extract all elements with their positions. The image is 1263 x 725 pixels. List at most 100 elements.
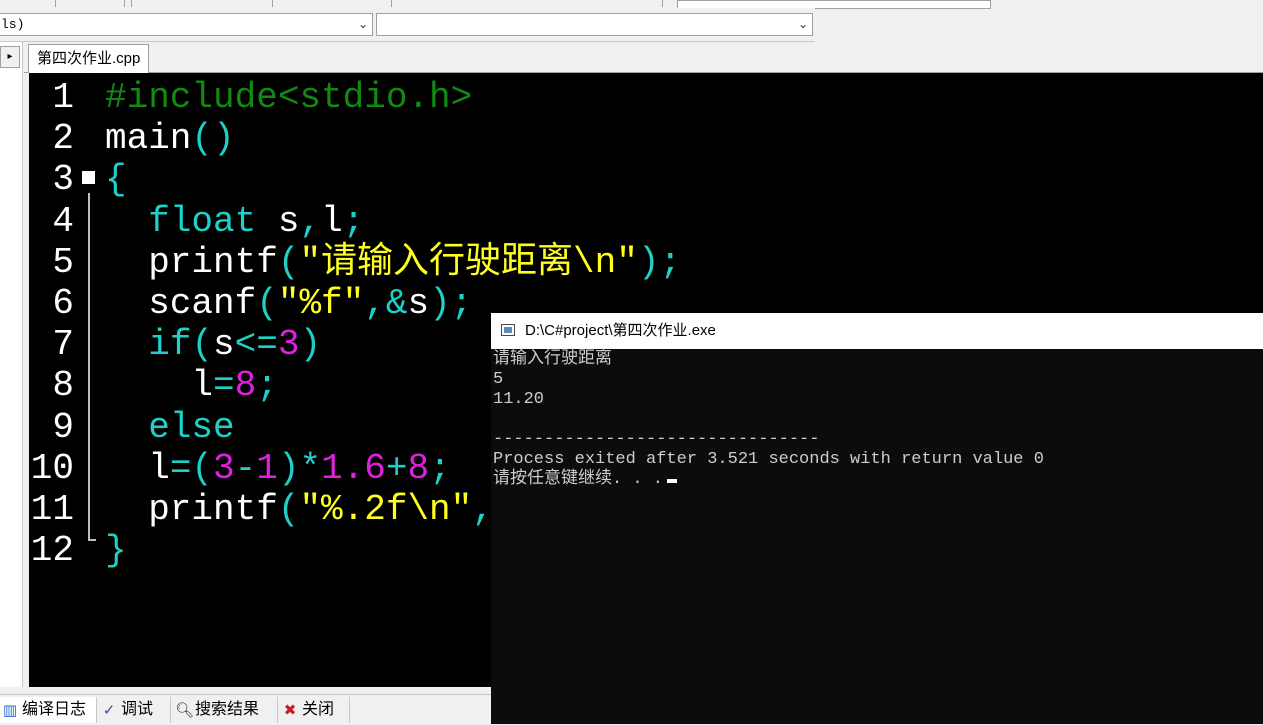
tab-debug[interactable]: ✓ 调试: [99, 697, 171, 723]
code-token: 1.6: [321, 447, 386, 489]
console-line-text: 请按任意键继续. . .: [493, 470, 664, 489]
line-number: 10: [30, 447, 74, 489]
code-text: {: [105, 159, 127, 200]
code-token: main: [105, 118, 192, 160]
toolbar-button[interactable]: [0, 0, 56, 7]
code-token: s: [407, 283, 430, 324]
console-title-bar[interactable]: D:\C#project\第四次作业.exe: [491, 313, 1263, 349]
chevron-down-icon[interactable]: ⌄: [358, 14, 368, 35]
code-token: ,&: [364, 283, 408, 324]
line-number: 6: [52, 283, 74, 324]
code-token: else: [148, 406, 235, 448]
code-token: s: [213, 324, 235, 366]
code-token: "%f": [277, 283, 365, 324]
class-combo-value: ls): [1, 17, 25, 32]
code-token: (: [256, 283, 278, 324]
code-text: l=(3-1)*1.6+8;: [105, 448, 451, 489]
tab-search-results[interactable]: 🔍︎ 搜索结果: [173, 697, 278, 723]
code-token: "请输入行驶距离\n": [299, 241, 638, 283]
toolbar-button[interactable]: [273, 0, 392, 7]
line-number: 11: [30, 489, 74, 530]
bar-chart-icon: ▥: [2, 701, 18, 719]
code-text: main(): [105, 118, 235, 159]
console-line-text: 请输入行驶距离: [493, 350, 612, 369]
code-text: l=8;: [105, 365, 278, 407]
console-window[interactable]: D:\C#project\第四次作业.exe 请输入行驶距离 5 11.20 ----…: [491, 313, 1263, 724]
code-text: printf("%.2f\n",l): [105, 489, 537, 530]
code-token: 3: [277, 324, 300, 366]
code-token: ;: [429, 447, 451, 489]
code-token: )*: [277, 447, 322, 489]
member-combo[interactable]: ⌄: [376, 13, 813, 36]
code-token: float: [148, 200, 257, 242]
console-line-text: --------------------------------: [493, 430, 820, 449]
close-icon: ✖: [283, 701, 297, 719]
code-token: (: [277, 489, 300, 530]
tab-file[interactable]: 第四次作业.cpp: [28, 44, 150, 73]
code-token: 1: [256, 447, 278, 489]
class-member-bar: ls) ⌄ ⌄: [0, 8, 815, 42]
code-token: ;: [256, 365, 278, 407]
line-number: 9: [52, 406, 74, 448]
checkmark-icon: ✓: [102, 701, 116, 719]
code-token: }: [105, 530, 127, 572]
code-token: );: [429, 283, 473, 324]
console-line-text: 5: [493, 370, 504, 389]
editor-tab-bar: 第四次作业.cpp: [24, 42, 1263, 73]
code-line[interactable]: 4 float s,l;: [29, 201, 1263, 242]
code-token: #include<stdio.h>: [105, 77, 473, 118]
code-token: +: [385, 447, 408, 489]
code-token: 8: [407, 447, 430, 489]
line-number: 7: [52, 324, 74, 366]
code-line[interactable]: 1 #include<stdio.h>: [29, 77, 1263, 118]
line-number: 2: [52, 118, 74, 160]
code-token: (): [191, 118, 235, 160]
console-line: --------------------------------: [493, 430, 819, 450]
console-line: 11.20: [493, 390, 544, 410]
bottom-tab-bar: ▥ 编译日志 ✓ 调试 🔍︎ 搜索结果 ✖ 关闭: [0, 694, 491, 725]
line-number: 1: [52, 77, 74, 118]
code-token: );: [637, 241, 682, 283]
code-line[interactable]: 2 main(): [29, 118, 1263, 159]
toolbar-button[interactable]: [56, 0, 125, 7]
console-app-icon: [501, 324, 515, 336]
console-line-text: Process exited after 3.521 seconds with …: [493, 450, 1044, 469]
code-token: (: [191, 324, 214, 366]
console-title: D:\C#project\第四次作业.exe: [525, 322, 716, 339]
chevron-down-icon[interactable]: ⌄: [798, 14, 808, 35]
toolbar-button[interactable]: [125, 0, 132, 7]
code-token: ,: [299, 200, 322, 242]
line-number: 3: [52, 159, 74, 201]
line-number: 5: [52, 241, 74, 283]
toolbar-button[interactable]: [392, 0, 663, 7]
code-token: ): [299, 324, 322, 366]
code-token: <=: [234, 324, 278, 366]
code-token: printf: [105, 489, 278, 530]
line-number: 8: [52, 365, 74, 407]
toolbar-button[interactable]: [132, 0, 273, 7]
code-token: l: [321, 200, 343, 242]
tab-compile-log[interactable]: ▥ 编译日志: [0, 697, 97, 723]
panel-scroll-right-icon[interactable]: ▸: [0, 46, 20, 68]
code-line[interactable]: 3{: [29, 159, 1263, 200]
search-document-icon: 🔍︎: [175, 701, 195, 719]
project-panel: [0, 42, 23, 687]
console-cursor: [667, 479, 678, 483]
tab-label: 关闭: [302, 701, 335, 718]
console-line: Process exited after 3.521 seconds with …: [493, 450, 1044, 470]
console-line: 5: [493, 370, 503, 390]
code-token: ;: [342, 200, 365, 242]
tab-close[interactable]: ✖ 关闭: [280, 697, 350, 723]
code-token: printf: [105, 241, 278, 283]
class-combo[interactable]: ls) ⌄: [0, 13, 373, 36]
code-text: if(s<=3): [105, 324, 321, 365]
code-text: else: [105, 406, 235, 448]
code-token: l: [105, 365, 214, 407]
line-number: 12: [30, 530, 74, 572]
code-line[interactable]: 5 printf("请输入行驶距离\n");: [29, 242, 1263, 283]
code-token: if: [148, 324, 192, 366]
code-token: 8: [234, 365, 257, 407]
tab-label: 搜索结果: [195, 701, 260, 718]
